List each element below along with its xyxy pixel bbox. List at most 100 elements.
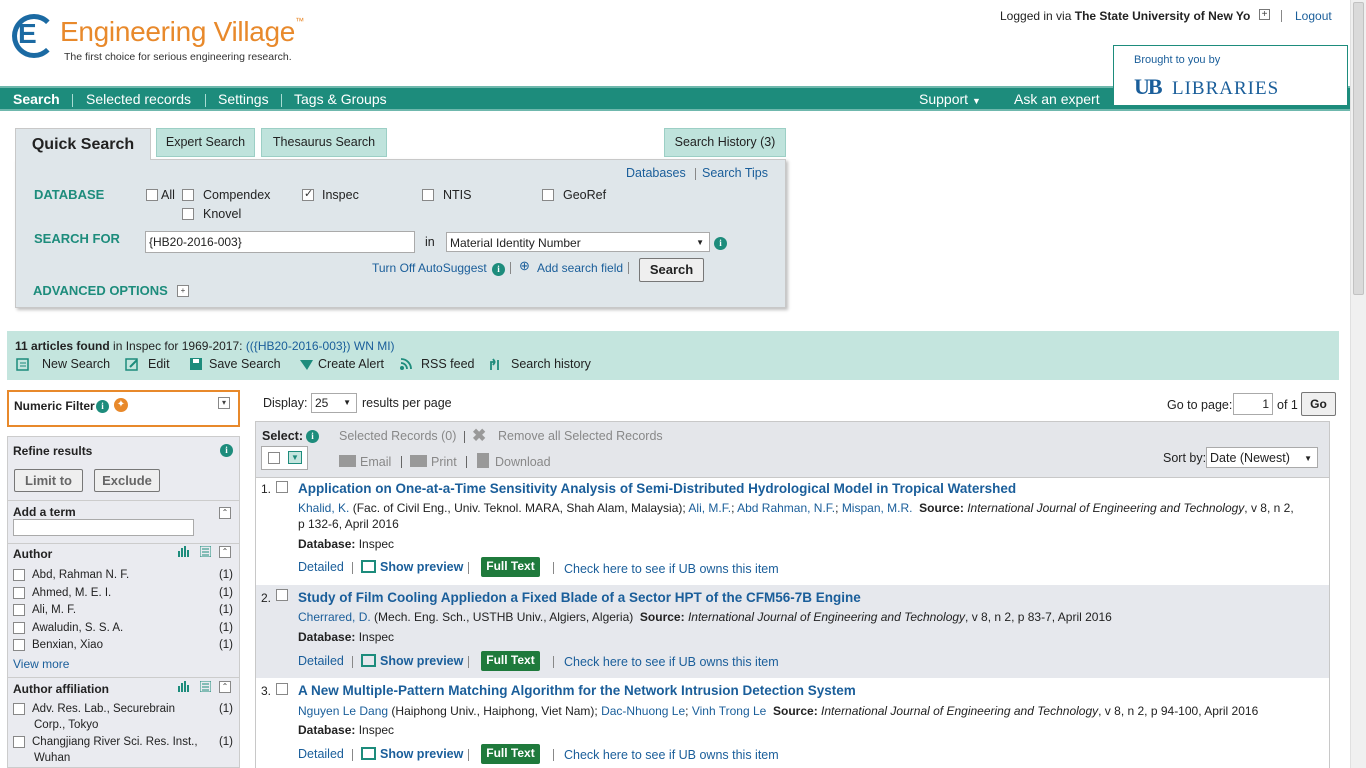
author-checkbox[interactable] xyxy=(13,569,25,581)
print-link[interactable]: Print xyxy=(431,455,457,469)
affiliation-checkbox[interactable] xyxy=(13,703,25,715)
collapse-add-term-icon[interactable]: ⌃ xyxy=(219,507,231,519)
full-text-button[interactable]: Full Text xyxy=(481,651,540,671)
databases-link[interactable]: Databases xyxy=(626,166,686,180)
detailed-link[interactable]: Detailed xyxy=(298,747,344,761)
nav-tags-groups[interactable]: Tags & Groups xyxy=(294,91,387,107)
email-link[interactable]: Email xyxy=(360,455,391,469)
db-knovel-checkbox[interactable] xyxy=(182,208,194,220)
bar-chart-icon[interactable] xyxy=(178,681,189,692)
search-input[interactable]: {HB20-2016-003} xyxy=(145,231,415,253)
query-link[interactable]: (({HB20-2016-003}) WN MI) xyxy=(246,339,395,353)
advanced-options-toggle[interactable]: ADVANCED OPTIONS xyxy=(33,283,168,298)
autosuggest-toggle[interactable]: Turn Off AutoSuggest xyxy=(372,261,487,275)
expand-plus-icon[interactable]: + xyxy=(177,285,189,297)
author-facet-row[interactable]: Benxian, Xiao (1) xyxy=(13,639,233,651)
author-link[interactable]: Dac-Nhuong Le xyxy=(601,704,685,718)
search-field-select[interactable]: Material Identity Number ▼ xyxy=(446,232,710,252)
author-link[interactable]: Ali, M.F. xyxy=(688,501,731,515)
result-checkbox[interactable] xyxy=(276,589,288,601)
check-ub-link[interactable]: Check here to see if UB owns this item xyxy=(564,562,779,576)
export-icon[interactable] xyxy=(199,545,212,558)
logout-link[interactable]: Logout xyxy=(1295,9,1332,23)
tab-quick-search[interactable]: Quick Search xyxy=(15,128,151,160)
author-checkbox[interactable] xyxy=(13,622,25,634)
select-info-icon[interactable]: i xyxy=(306,430,319,443)
detailed-link[interactable]: Detailed xyxy=(298,560,344,574)
show-preview-link[interactable]: Show preview xyxy=(380,560,463,574)
show-preview-link[interactable]: Show preview xyxy=(380,747,463,761)
affiliation-facet-row[interactable]: Adv. Res. Lab., Securebrain (1) xyxy=(13,703,233,715)
author-checkbox[interactable] xyxy=(13,639,25,651)
create-alert-link[interactable]: Create Alert xyxy=(318,357,384,371)
expand-icon[interactable]: + xyxy=(1259,9,1270,20)
remove-all-link[interactable]: Remove all Selected Records xyxy=(498,429,663,443)
result-title-link[interactable]: Application on One-at-a-Time Sensitivity… xyxy=(298,481,1016,496)
db-compendex-checkbox[interactable] xyxy=(182,189,194,201)
result-title-link[interactable]: Study of Film Cooling Appliedon a Fixed … xyxy=(298,590,861,605)
limit-to-button[interactable]: Limit to xyxy=(14,469,83,492)
author-link[interactable]: Mispan, M.R. xyxy=(842,501,913,515)
tab-expert-search[interactable]: Expert Search xyxy=(156,128,255,157)
selected-records-link[interactable]: Selected Records (0) xyxy=(339,429,456,443)
per-page-select[interactable]: 25 ▼ xyxy=(311,393,357,413)
show-preview-link[interactable]: Show preview xyxy=(380,654,463,668)
select-all-checkbox[interactable] xyxy=(268,452,280,464)
scrollbar-thumb[interactable] xyxy=(1353,2,1364,295)
nav-search[interactable]: Search xyxy=(13,91,60,107)
export-icon[interactable] xyxy=(199,680,212,693)
save-search-link[interactable]: Save Search xyxy=(209,357,281,371)
numeric-filter-info-icon[interactable]: i xyxy=(96,400,109,413)
page-scrollbar[interactable] xyxy=(1350,0,1366,768)
result-checkbox[interactable] xyxy=(276,481,288,493)
view-more-link[interactable]: View more xyxy=(13,657,69,671)
db-inspec-checkbox[interactable] xyxy=(302,187,314,201)
add-search-field-link[interactable]: Add search field xyxy=(537,261,623,275)
check-ub-link[interactable]: Check here to see if UB owns this item xyxy=(564,748,779,762)
db-georef-checkbox[interactable] xyxy=(542,189,554,201)
field-info-icon[interactable]: i xyxy=(714,237,727,250)
author-facet-row[interactable]: Ahmed, M. E. I. (1) xyxy=(13,587,233,599)
nav-ask-expert[interactable]: Ask an expert xyxy=(1014,91,1100,107)
search-tips-link[interactable]: Search Tips xyxy=(702,166,768,180)
affiliation-checkbox[interactable] xyxy=(13,736,25,748)
new-search-link[interactable]: New Search xyxy=(42,357,110,371)
expand-filter-icon[interactable]: ▾ xyxy=(218,397,230,409)
author-checkbox[interactable] xyxy=(13,587,25,599)
tab-search-history[interactable]: Search History (3) xyxy=(664,128,786,157)
exclude-button[interactable]: Exclude xyxy=(94,469,160,492)
nav-settings[interactable]: Settings xyxy=(218,91,269,107)
detailed-link[interactable]: Detailed xyxy=(298,654,344,668)
db-ntis-checkbox[interactable] xyxy=(422,189,434,201)
author-link[interactable]: Khalid, K. xyxy=(298,501,349,515)
go-button[interactable]: Go xyxy=(1301,392,1336,416)
edit-link[interactable]: Edit xyxy=(148,357,170,371)
nav-support[interactable]: Support ▼ xyxy=(919,91,981,107)
download-link[interactable]: Download xyxy=(495,455,551,469)
author-link[interactable]: Nguyen Le Dang xyxy=(298,704,388,718)
author-checkbox[interactable] xyxy=(13,604,25,616)
full-text-button[interactable]: Full Text xyxy=(481,744,540,764)
affiliation-facet-row[interactable]: Changjiang River Sci. Res. Inst., (1) xyxy=(13,736,233,748)
author-link[interactable]: Abd Rahman, N.F. xyxy=(737,501,835,515)
author-link[interactable]: Vinh Trong Le xyxy=(692,704,767,718)
sort-select[interactable]: Date (Newest) ▼ xyxy=(1206,447,1318,468)
result-checkbox[interactable] xyxy=(276,683,288,695)
author-facet-row[interactable]: Ali, M. F. (1) xyxy=(13,604,233,616)
autosuggest-info-icon[interactable]: i xyxy=(492,263,505,276)
search-history-link[interactable]: Search history xyxy=(511,357,591,371)
result-title-link[interactable]: A New Multiple-Pattern Matching Algorith… xyxy=(298,683,856,698)
search-button[interactable]: Search xyxy=(639,258,704,282)
nav-selected-records[interactable]: Selected records xyxy=(86,91,191,107)
author-facet-row[interactable]: Abd, Rahman N. F. (1) xyxy=(13,569,233,581)
bar-chart-icon[interactable] xyxy=(178,546,189,557)
rss-feed-link[interactable]: RSS feed xyxy=(421,357,475,371)
db-all-checkbox[interactable] xyxy=(146,189,158,201)
author-link[interactable]: Cherrared, D. xyxy=(298,610,371,624)
refine-info-icon[interactable]: i xyxy=(220,444,233,457)
check-ub-link[interactable]: Check here to see if UB owns this item xyxy=(564,655,779,669)
author-facet-row[interactable]: Awaludin, S. S. A. (1) xyxy=(13,622,233,634)
collapse-author-icon[interactable]: ⌃ xyxy=(219,546,231,558)
add-term-input[interactable] xyxy=(13,519,194,536)
select-dropdown-icon[interactable]: ▼ xyxy=(288,451,302,464)
